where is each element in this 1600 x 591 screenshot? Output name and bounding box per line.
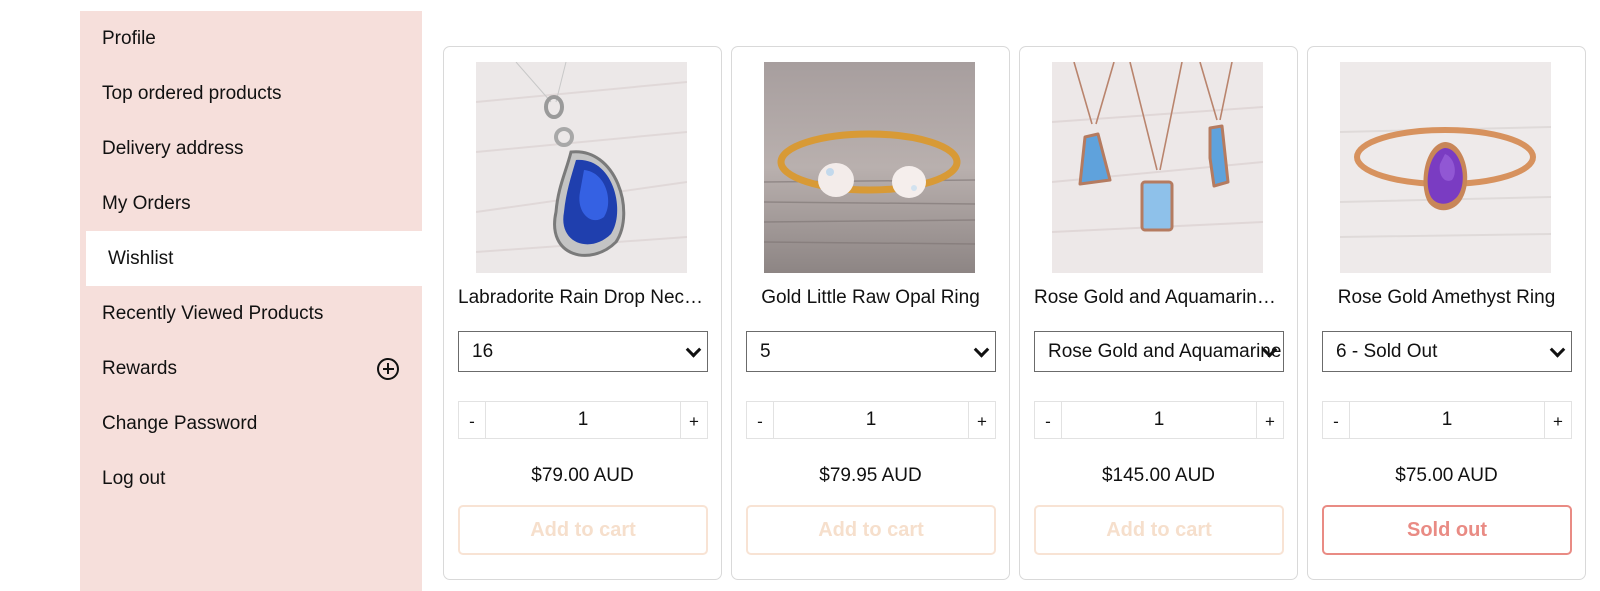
sidebar-item-label: Top ordered products [102, 82, 282, 104]
product-title[interactable]: Labradorite Rain Drop Necklace [458, 287, 707, 309]
sidebar-item-label: Recently Viewed Products [102, 302, 324, 324]
product-image [764, 62, 975, 273]
variant-select[interactable]: 6 - Sold Out [1322, 331, 1572, 372]
sidebar-item-rewards[interactable]: Rewards [80, 341, 422, 396]
sidebar-item-label: Rewards [102, 357, 177, 379]
decrease-quantity-button[interactable]: - [747, 402, 774, 438]
add-to-cart-button[interactable]: Add to cart [1034, 505, 1284, 555]
increase-quantity-button[interactable]: + [1256, 402, 1283, 438]
labradorite-pendant-image[interactable] [476, 62, 687, 273]
sidebar-item-label: Wishlist [108, 247, 174, 269]
increase-quantity-button[interactable]: + [968, 402, 995, 438]
sold-out-button[interactable]: Sold out [1322, 505, 1572, 555]
add-to-cart-button[interactable]: Add to cart [458, 505, 708, 555]
product-card: Rose Gold and Aquamarine Necklace Rose G… [1019, 46, 1298, 580]
sidebar-item-profile[interactable]: Profile [80, 11, 422, 66]
chevron-down-icon [973, 341, 990, 358]
product-card: Rose Gold Amethyst Ring 6 - Sold Out - 1… [1307, 46, 1586, 580]
variant-value: Rose Gold and Aquamarine [1048, 340, 1282, 362]
sidebar-item-label: My Orders [102, 192, 191, 214]
sidebar-item-wishlist[interactable]: Wishlist [86, 231, 422, 286]
amethyst-ring-image[interactable] [1340, 62, 1551, 273]
sidebar-item-label: Change Password [102, 412, 258, 434]
sidebar-item-top-ordered-products[interactable]: Top ordered products [80, 66, 422, 121]
sidebar-item-log-out[interactable]: Log out [80, 451, 422, 506]
quantity-stepper: - 1 + [746, 401, 996, 439]
product-price: $145.00 AUD [1101, 465, 1216, 486]
quantity-input[interactable]: 1 [774, 402, 968, 438]
quantity-stepper: - 1 + [458, 401, 708, 439]
plus-circle-icon[interactable] [377, 357, 399, 380]
product-title[interactable]: Rose Gold and Aquamarine Necklace [1034, 287, 1283, 309]
sidebar-item-my-orders[interactable]: My Orders [80, 176, 422, 231]
product-price: $79.95 AUD [819, 465, 922, 486]
sidebar-item-label: Profile [102, 27, 156, 49]
chevron-down-icon [685, 341, 702, 358]
variant-value: 6 - Sold Out [1336, 340, 1438, 362]
add-to-cart-button[interactable]: Add to cart [746, 505, 996, 555]
sidebar-item-delivery-address[interactable]: Delivery address [80, 121, 422, 176]
sidebar-item-recently-viewed[interactable]: Recently Viewed Products [80, 286, 422, 341]
product-card: Labradorite Rain Drop Necklace 16 - 1 + … [443, 46, 722, 580]
chevron-down-icon [1549, 341, 1566, 358]
quantity-input[interactable]: 1 [486, 402, 680, 438]
product-card: Gold Little Raw Opal Ring 5 - 1 + $79.95… [731, 46, 1010, 580]
variant-select[interactable]: Rose Gold and Aquamarine [1034, 331, 1284, 372]
variant-select[interactable]: 5 [746, 331, 996, 372]
variant-value: 5 [760, 340, 771, 362]
product-price: $75.00 AUD [1395, 465, 1498, 486]
sidebar-item-label: Delivery address [102, 137, 244, 159]
aquamarine-necklaces-image[interactable] [1052, 62, 1263, 273]
increase-quantity-button[interactable]: + [680, 402, 707, 438]
sidebar-item-change-password[interactable]: Change Password [80, 396, 422, 451]
opal-ring-image[interactable] [764, 62, 975, 273]
product-title[interactable]: Rose Gold Amethyst Ring [1322, 287, 1571, 309]
product-image [1052, 62, 1263, 273]
account-sidebar: Profile Top ordered products Delivery ad… [80, 11, 422, 591]
product-price: $79.00 AUD [531, 465, 634, 486]
quantity-input[interactable]: 1 [1062, 402, 1256, 438]
sidebar-item-label: Log out [102, 467, 166, 489]
quantity-stepper: - 1 + [1322, 401, 1572, 439]
variant-value: 16 [472, 340, 494, 362]
quantity-stepper: - 1 + [1034, 401, 1284, 439]
quantity-input[interactable]: 1 [1350, 402, 1544, 438]
decrease-quantity-button[interactable]: - [459, 402, 486, 438]
increase-quantity-button[interactable]: + [1544, 402, 1571, 438]
product-image [1340, 62, 1551, 273]
decrease-quantity-button[interactable]: - [1323, 402, 1350, 438]
variant-select[interactable]: 16 [458, 331, 708, 372]
decrease-quantity-button[interactable]: - [1035, 402, 1062, 438]
product-image [476, 62, 687, 273]
product-title[interactable]: Gold Little Raw Opal Ring [746, 287, 995, 309]
wishlist-grid: Labradorite Rain Drop Necklace 16 - 1 + … [443, 46, 1586, 580]
